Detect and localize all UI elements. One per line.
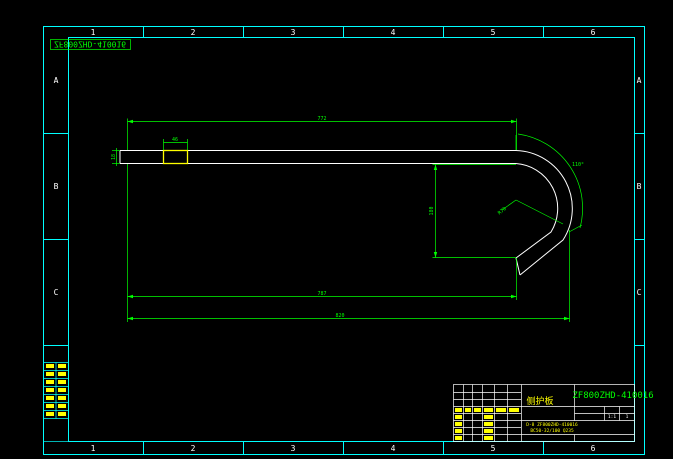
title-small-text-2: BC50-32/100 Q235 bbox=[530, 428, 574, 434]
part-outer-bend bbox=[515, 150, 573, 276]
col-label-2-bottom: 2 bbox=[191, 444, 196, 453]
row-label-b-left: B bbox=[54, 182, 59, 191]
outer-border bbox=[43, 26, 645, 455]
title-scale: 1:1 bbox=[608, 414, 616, 420]
inner-border bbox=[68, 37, 635, 442]
col-label-1-bottom: 1 bbox=[91, 444, 96, 453]
side-revision-table bbox=[43, 345, 69, 442]
row-labels-right: A B C bbox=[637, 76, 642, 297]
rotated-drawing-number-text: ZF800ZHD-410016 bbox=[54, 40, 126, 49]
dim-bottom-length: 787 bbox=[317, 291, 326, 297]
drawing-number: ZF800ZHD-410016 bbox=[572, 391, 653, 401]
title-block-marks bbox=[455, 408, 519, 440]
row-label-c-right: C bbox=[637, 288, 642, 297]
col-label-4-bottom: 4 bbox=[391, 444, 396, 453]
slot-highlight[interactable] bbox=[162, 149, 189, 165]
col-label-4-top: 4 bbox=[391, 28, 396, 37]
cad-drawing-canvas[interactable]: 1 2 3 4 5 6 1 2 3 4 5 6 A B C A B C ZF80… bbox=[0, 0, 673, 459]
row-labels-left: A B C bbox=[54, 76, 59, 297]
row-label-a-left: A bbox=[54, 76, 59, 85]
part-name: 侧护板 bbox=[526, 395, 553, 407]
row-label-a-right: A bbox=[637, 76, 642, 85]
dim-top-length: 772 bbox=[317, 116, 326, 122]
dimension-lines bbox=[112, 118, 583, 322]
sheet-frame bbox=[43, 26, 645, 455]
rotated-drawing-number: ZF800ZHD-410016 bbox=[50, 39, 131, 50]
col-label-2-top: 2 bbox=[191, 28, 196, 37]
col-label-5-top: 5 bbox=[491, 28, 496, 37]
dim-arc-angle: 110° bbox=[572, 162, 584, 168]
dim-slot-width: 46 bbox=[172, 137, 178, 143]
col-label-6-top: 6 bbox=[591, 28, 596, 37]
dim-height: 180 bbox=[429, 206, 435, 215]
title-small-text-1: D-8 ZF800ZHD-410016 bbox=[526, 422, 578, 428]
title-sheet: 1 bbox=[626, 414, 629, 420]
col-label-5-bottom: 5 bbox=[491, 444, 496, 453]
col-label-3-bottom: 3 bbox=[291, 444, 296, 453]
dimension-text: 772 787 820 180 18 46 110° R70 bbox=[111, 116, 584, 319]
col-label-3-top: 3 bbox=[291, 28, 296, 37]
dim-thickness: 18 bbox=[111, 154, 117, 160]
row-label-c-left: C bbox=[54, 288, 59, 297]
dim-overall-length: 820 bbox=[335, 313, 344, 319]
col-label-1-top: 1 bbox=[91, 28, 96, 37]
dimension-arrows bbox=[127, 119, 570, 321]
col-label-6-bottom: 6 bbox=[591, 444, 596, 453]
dim-radius: R70 bbox=[497, 206, 508, 216]
row-label-b-right: B bbox=[637, 182, 642, 191]
